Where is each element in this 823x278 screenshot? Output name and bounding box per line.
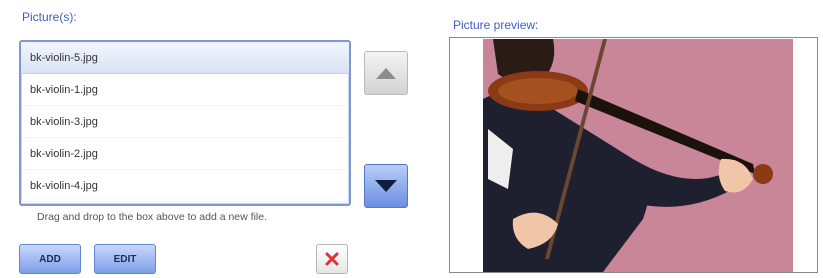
arrow-up-icon bbox=[376, 67, 396, 79]
list-item[interactable]: bk-violin-5.jpg bbox=[21, 42, 349, 74]
list-item[interactable]: bk-violin-4.jpg bbox=[21, 170, 349, 202]
pictures-label: Picture(s): bbox=[22, 10, 77, 24]
pictures-listbox[interactable]: bk-violin-5.jpg bk-violin-1.jpg bk-violi… bbox=[19, 40, 351, 206]
picture-preview-frame bbox=[449, 37, 818, 273]
list-item[interactable]: bk-violin-1.jpg bbox=[21, 74, 349, 106]
move-up-button[interactable] bbox=[364, 51, 408, 95]
list-item[interactable]: bk-violin-2.jpg bbox=[21, 138, 349, 170]
delete-x-icon bbox=[325, 252, 339, 266]
add-button[interactable]: ADD bbox=[19, 244, 81, 274]
drag-drop-hint: Drag and drop to the box above to add a … bbox=[37, 211, 267, 223]
preview-image bbox=[483, 39, 793, 272]
delete-button[interactable] bbox=[316, 244, 348, 274]
move-down-button[interactable] bbox=[364, 164, 408, 208]
list-item[interactable]: bk-violin-3.jpg bbox=[21, 106, 349, 138]
preview-label: Picture preview: bbox=[453, 18, 539, 32]
edit-button[interactable]: EDIT bbox=[94, 244, 156, 274]
arrow-down-icon bbox=[375, 180, 397, 192]
